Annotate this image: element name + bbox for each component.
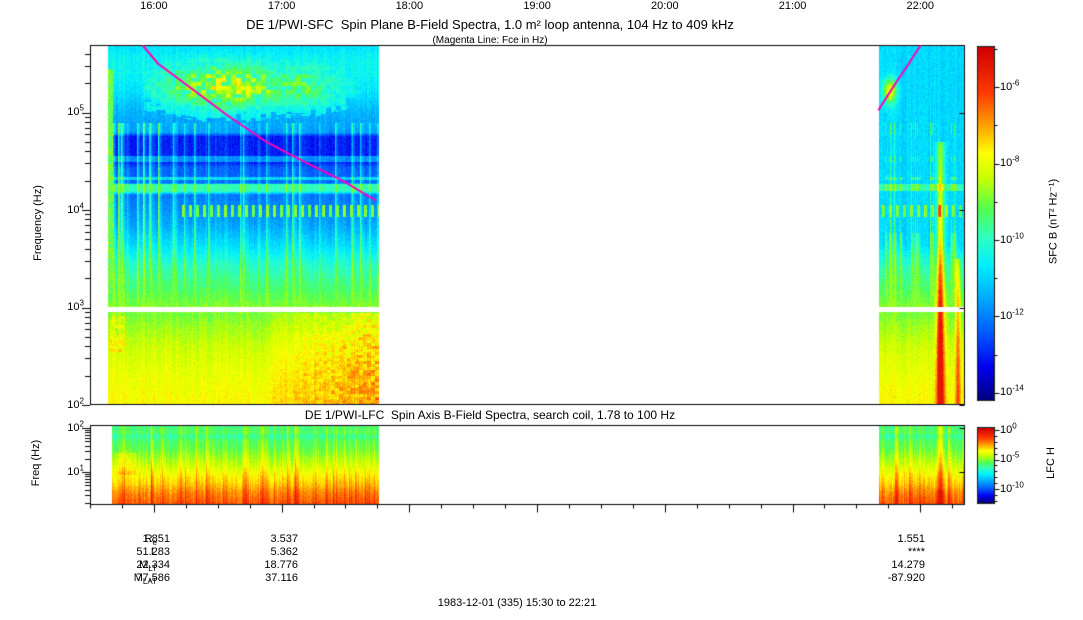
time-tick-label: 22:00 — [906, 0, 935, 12]
ephemeris-value: 14.279 — [891, 559, 925, 571]
time-tick-label: 16:00 — [140, 0, 168, 12]
ephemeris-value: **** — [907, 546, 925, 558]
sfc-colorbar-tick-label: 10-10 — [1000, 230, 1024, 246]
time-tick-label: 20:00 — [651, 0, 679, 12]
ephemeris-row-mlat: MLAT 77.586 37.116 -87.920 — [0, 572, 1083, 586]
time-tick-label: 21:00 — [778, 0, 807, 12]
lfc-panel-title: DE 1/PWI-LFC Spin Axis B-Field Spectra, … — [304, 408, 676, 422]
sfc-y-tick-label: 103 — [67, 298, 84, 314]
ephemeris-row-l: L 51.283 5.362 **** — [0, 546, 1083, 559]
sfc-spectrogram-canvas — [91, 46, 964, 404]
sfc-colorbar-tick-label: 10-8 — [1000, 154, 1020, 170]
ephemeris-value: 3.537 — [270, 533, 298, 545]
lfc-colorbar-canvas — [978, 428, 994, 503]
time-tick-label: 19:00 — [523, 0, 551, 12]
sfc-colorbar-label: SFC B (nT² Hz⁻¹) — [1047, 178, 1060, 265]
ephemeris-value: 37.116 — [265, 572, 298, 584]
date-range-footer: 1983-12-01 (335) 15:30 to 22:21 — [437, 597, 597, 609]
ephemeris-value: 22.334 — [136, 559, 170, 571]
ephemeris-value: 1.851 — [142, 533, 170, 545]
ephemeris-value: 51.283 — [136, 546, 170, 558]
sfc-y-axis-label: Frequency (Hz) — [32, 185, 44, 261]
sfc-y-tick-label: 104 — [67, 201, 84, 216]
ephemeris-value: 18.776 — [264, 559, 298, 571]
sfc-y-tick-label: 105 — [67, 103, 84, 119]
lfc-y-tick-label: 101 — [67, 463, 84, 478]
sfc-colorbar-tick-label: 10-6 — [1000, 78, 1020, 93]
lfc-spectrogram-canvas — [91, 426, 964, 504]
ephemeris-row-mlt: MLT 22.334 18.776 14.279 — [0, 559, 1083, 573]
time-tick-label: 17:00 — [267, 0, 296, 12]
ephemeris-value: 77.586 — [136, 572, 170, 584]
sfc-colorbar-canvas — [978, 47, 994, 400]
ephemeris-row-re: Re 1.851 3.537 1.551 — [0, 533, 1083, 547]
spectrogram-figure: DE 1/PWI-SFC Spin Plane B-Field Spectra,… — [0, 0, 1083, 620]
ephemeris-value: 5.362 — [270, 546, 298, 558]
sfc-panel-subtitle: (Magenta Line: Fce in Hz) — [432, 35, 548, 46]
ephemeris-value: 1.551 — [897, 533, 925, 545]
sfc-panel-title: DE 1/PWI-SFC Spin Plane B-Field Spectra,… — [246, 17, 734, 32]
time-tick-label: 18:00 — [395, 0, 424, 12]
ephemeris-value: -87.920 — [887, 572, 925, 584]
sfc-colorbar-tick-label: 10-12 — [1000, 307, 1024, 322]
